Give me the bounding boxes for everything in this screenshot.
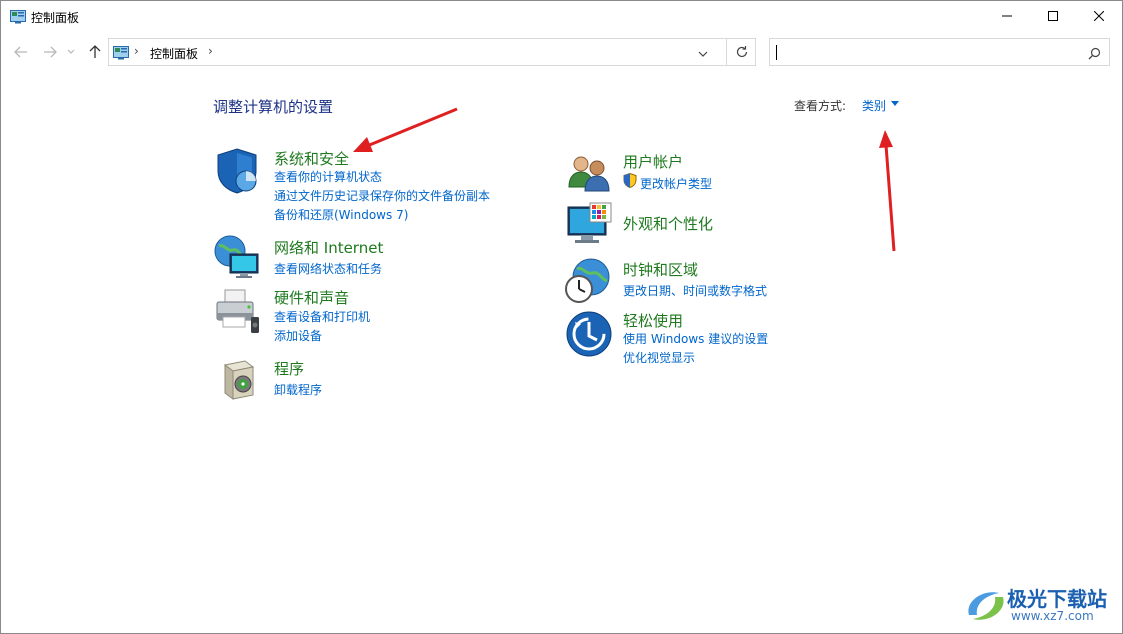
- search-input[interactable]: [774, 42, 1078, 64]
- printer-icon[interactable]: [213, 287, 261, 335]
- annotation-arrows: [353, 107, 896, 252]
- watermark-logo: 极光下载站 www.xz7.com: [963, 583, 1123, 629]
- category-clock-region-title[interactable]: 时钟和区域: [623, 259, 698, 280]
- search-icon[interactable]: [1088, 45, 1101, 64]
- chevron-right-icon[interactable]: ›: [208, 44, 213, 58]
- users-icon[interactable]: [565, 151, 613, 199]
- category-system-security-title[interactable]: 系统和安全: [274, 148, 349, 169]
- watermark-url: www.xz7.com: [1011, 609, 1094, 623]
- link-change-date-time-format[interactable]: 更改日期、时间或数字格式: [623, 282, 767, 299]
- minimize-icon: [1002, 15, 1012, 17]
- control-panel-icon: [113, 45, 129, 64]
- category-ease-of-access-title[interactable]: 轻松使用: [623, 310, 683, 331]
- network-globe-icon[interactable]: [213, 234, 261, 282]
- address-dropdown-button[interactable]: [697, 45, 709, 64]
- category-programs-title[interactable]: 程序: [274, 358, 304, 379]
- link-change-account-type[interactable]: 更改帐户类型: [640, 175, 712, 192]
- uac-shield-icon: [623, 172, 637, 192]
- address-bar[interactable]: › 控制面板 ›: [108, 38, 756, 66]
- category-user-accounts-title[interactable]: 用户帐户: [623, 151, 683, 172]
- link-add-device[interactable]: 添加设备: [274, 327, 322, 344]
- monitor-palette-icon[interactable]: [565, 201, 613, 249]
- link-backup-restore[interactable]: 备份和还原(Windows 7): [274, 206, 408, 223]
- up-arrow-icon: [89, 45, 101, 58]
- link-devices-printers[interactable]: 查看设备和打印机: [274, 308, 370, 325]
- maximize-button[interactable]: [1030, 1, 1076, 31]
- chevron-down-icon: [698, 51, 708, 57]
- red-arrow-icon: [879, 130, 896, 252]
- back-arrow-icon: [14, 46, 27, 58]
- close-button[interactable]: [1076, 1, 1122, 31]
- link-uninstall-program[interactable]: 卸载程序: [274, 381, 322, 398]
- programs-box-icon[interactable]: [213, 355, 261, 403]
- category-network-title[interactable]: 网络和 Internet: [274, 237, 383, 258]
- chevron-right-icon[interactable]: ›: [134, 44, 139, 58]
- breadcrumb-control-panel[interactable]: 控制面板: [150, 45, 198, 62]
- link-optimize-visual-display[interactable]: 优化视觉显示: [623, 349, 695, 366]
- search-box[interactable]: [769, 38, 1110, 66]
- clock-globe-icon[interactable]: [563, 257, 611, 305]
- link-view-computer-status[interactable]: 查看你的计算机状态: [274, 168, 382, 185]
- navigation-bar: › 控制面板 ›: [1, 35, 1122, 69]
- category-appearance-title[interactable]: 外观和个性化: [623, 213, 713, 234]
- page-heading: 调整计算机的设置: [213, 98, 334, 116]
- category-hardware-sound-title[interactable]: 硬件和声音: [274, 287, 349, 308]
- forward-arrow-icon: [44, 46, 57, 58]
- back-button[interactable]: [12, 43, 30, 61]
- link-file-history-backup[interactable]: 通过文件历史记录保存你的文件备份副本: [274, 187, 490, 204]
- title-bar: 控制面板: [1, 1, 1122, 31]
- window-title: 控制面板: [31, 11, 80, 25]
- close-icon: [1094, 11, 1104, 21]
- ease-of-access-icon[interactable]: [565, 310, 613, 358]
- up-button[interactable]: [86, 43, 104, 61]
- watermark-name: 极光下载站: [1007, 587, 1107, 611]
- recent-locations-button[interactable]: [65, 43, 77, 61]
- view-by-label: 查看方式:: [794, 99, 847, 113]
- maximize-icon: [1048, 11, 1058, 21]
- refresh-icon: [736, 46, 747, 58]
- forward-button[interactable]: [41, 43, 59, 61]
- minimize-button[interactable]: [984, 1, 1030, 31]
- control-panel-icon: [10, 9, 26, 28]
- view-by-dropdown[interactable]: 类别: [862, 97, 886, 114]
- link-windows-recommended-settings[interactable]: 使用 Windows 建议的设置: [623, 330, 768, 347]
- dropdown-triangle-icon[interactable]: [891, 101, 899, 107]
- watermark-swirl-icon: [968, 592, 1004, 620]
- red-arrow-icon: [353, 107, 458, 152]
- text-cursor: [776, 45, 777, 60]
- chevron-down-icon: [67, 49, 75, 54]
- link-network-status[interactable]: 查看网络状态和任务: [274, 260, 382, 277]
- refresh-button[interactable]: [726, 39, 756, 65]
- shield-icon[interactable]: [213, 147, 261, 195]
